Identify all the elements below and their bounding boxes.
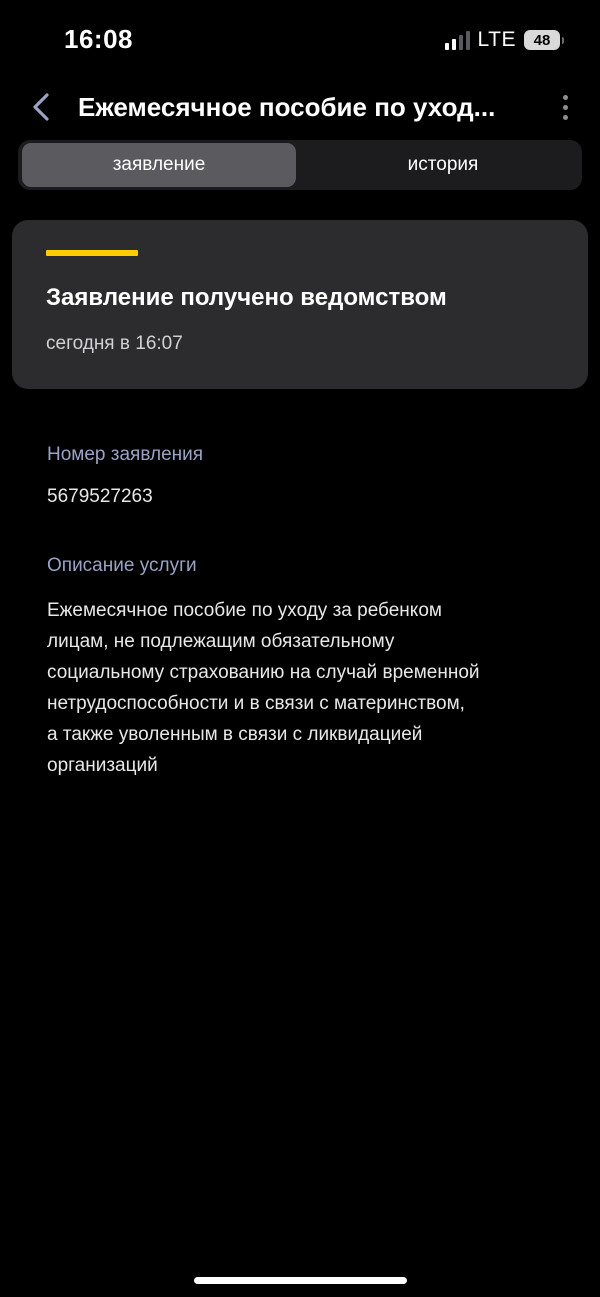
status-accent-bar <box>46 250 138 256</box>
service-description-label: Описание услуги <box>47 555 197 576</box>
segmented-tabs: заявление история <box>18 140 582 190</box>
back-button[interactable] <box>22 88 60 126</box>
status-title: Заявление получено ведомством <box>46 284 447 311</box>
network-type: LTE <box>477 28 516 51</box>
description-line: Ежемесячное пособие по уходу за ребенком <box>47 600 442 621</box>
tab-history[interactable]: история <box>306 143 580 187</box>
battery-level: 48 <box>533 31 551 49</box>
description-line: лицам, не подлежащим обязательному <box>47 631 395 652</box>
more-options-button[interactable] <box>554 90 576 124</box>
description-line: социальному страхованию на случай времен… <box>47 662 480 683</box>
application-number-value: 5679527263 <box>47 486 153 507</box>
description-line: нетрудоспособности и в связи с материнст… <box>47 693 465 714</box>
status-time: 16:08 <box>64 24 133 54</box>
signal-icon <box>444 30 470 50</box>
description-line: а также уволенным в связи с ликвидацией <box>47 724 423 745</box>
home-indicator[interactable] <box>194 1277 407 1284</box>
more-vertical-icon <box>562 94 568 100</box>
app-header: Ежемесячное пособие по уход... <box>0 80 600 134</box>
service-description: Ежемесячное пособие по уходу за ребенком… <box>47 595 567 781</box>
chevron-left-icon <box>33 93 49 121</box>
status-bar: 16:08 LTE 48 <box>0 0 600 80</box>
tab-application[interactable]: заявление <box>22 143 296 187</box>
description-line: организаций <box>47 755 158 776</box>
status-indicators: LTE 48 <box>444 28 564 52</box>
application-number-label: Номер заявления <box>47 444 204 465</box>
status-card: Заявление получено ведомством сегодня в … <box>12 220 588 389</box>
battery-icon: 48 <box>524 30 564 50</box>
status-timestamp: сегодня в 16:07 <box>46 333 183 354</box>
page-title: Ежемесячное пособие по уход... <box>78 92 496 122</box>
